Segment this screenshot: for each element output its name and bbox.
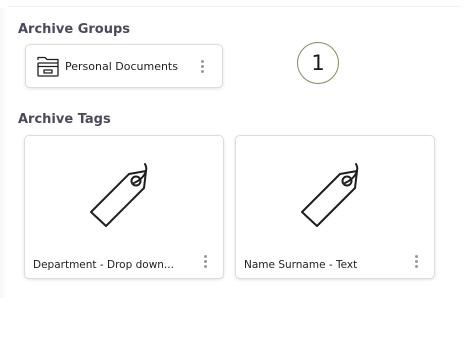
- archive-tag-label: Name Surname - Text: [244, 259, 358, 271]
- left-panel-edge: [0, 8, 8, 298]
- archive-group-label: Personal Documents: [65, 59, 178, 73]
- step-number-badge: 1: [297, 42, 339, 84]
- tag-more-options-icon[interactable]: [204, 255, 207, 268]
- tag-icon: [90, 163, 148, 227]
- top-divider: [8, 6, 461, 7]
- archive-group-card[interactable]: Personal Documents: [25, 44, 223, 88]
- tag-more-options-icon[interactable]: [415, 255, 418, 268]
- tag-icon: [301, 163, 359, 227]
- archive-tag-card[interactable]: Name Surname - Text: [235, 135, 435, 279]
- archive-groups-heading: Archive Groups: [18, 22, 131, 37]
- group-more-options-icon[interactable]: [201, 60, 204, 73]
- archive-tag-label: Department - Drop down...: [33, 259, 174, 271]
- archive-tags-heading: Archive Tags: [18, 112, 111, 127]
- archive-tag-card[interactable]: Department - Drop down...: [24, 135, 224, 279]
- archive-folder-icon: [37, 56, 59, 77]
